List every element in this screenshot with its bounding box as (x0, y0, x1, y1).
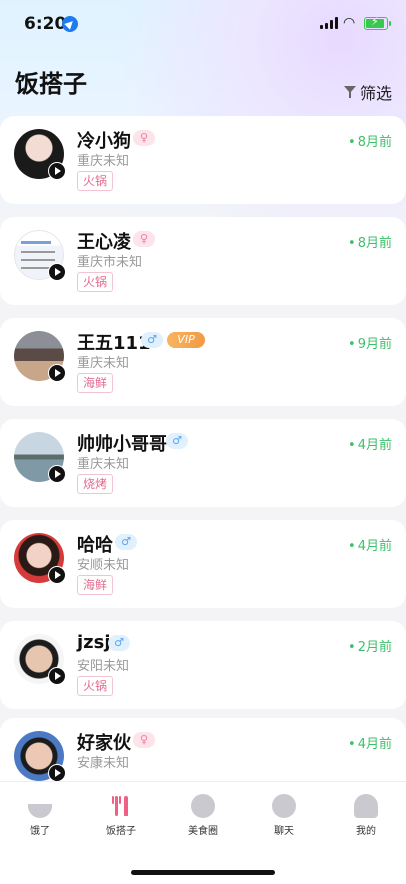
tab-label: 聊天 (274, 826, 294, 837)
user-location: 重庆未知 (77, 154, 130, 169)
profile-icon (354, 794, 378, 818)
fork-knife-icon (109, 794, 133, 818)
chat-icon (272, 794, 296, 818)
user-card[interactable]: 王五111 ♂ VIP 重庆未知 海鲜 9月前 (0, 318, 406, 406)
tab-bar: 饿了 饭搭子 美食圈 聊天 我的 (0, 781, 406, 884)
tab-chat[interactable]: 聊天 (254, 794, 314, 837)
food-tag: 火锅 (77, 171, 114, 191)
page-title: 饭搭子 (15, 70, 87, 98)
cellular-signal-icon (320, 17, 340, 29)
tab-label: 我的 (356, 826, 376, 837)
filter-button[interactable]: 筛选 (344, 80, 392, 104)
user-location: 安康未知 (77, 756, 130, 771)
user-location: 重庆未知 (77, 356, 130, 371)
play-icon[interactable] (48, 364, 66, 382)
gender-male-icon: ♂ (166, 433, 188, 449)
food-tag: 烧烤 (77, 474, 114, 494)
user-card[interactable]: jzsj ♂ 安阳未知 火锅 2月前 (0, 621, 406, 709)
tab-profile[interactable]: 我的 (336, 794, 396, 837)
time-ago: 4月前 (348, 434, 392, 453)
time-ago: 4月前 (348, 535, 392, 554)
play-icon[interactable] (48, 465, 66, 483)
filter-label: 筛选 (360, 84, 393, 103)
play-icon[interactable] (48, 263, 66, 281)
bowl-icon (28, 804, 52, 818)
user-location: 安顺未知 (77, 558, 130, 573)
play-icon[interactable] (48, 764, 66, 782)
tab-label: 美食圈 (188, 826, 218, 837)
wifi-icon: ◠ (343, 15, 356, 31)
tab-food-circle[interactable]: 美食圈 (173, 794, 233, 837)
user-name: jzsj (77, 632, 111, 653)
gender-female-icon: ♀ (133, 732, 155, 748)
gender-male-icon: ♂ (141, 332, 163, 348)
home-indicator (131, 870, 275, 875)
food-tag: 火锅 (77, 272, 114, 292)
tab-label: 饿了 (30, 826, 50, 837)
battery-icon: ⚡ (364, 15, 391, 30)
gender-male-icon: ♂ (108, 635, 130, 651)
play-icon[interactable] (48, 162, 66, 180)
tab-eat[interactable]: 饿了 (10, 794, 70, 837)
play-icon[interactable] (48, 566, 66, 584)
status-bar: 6:20 ◠ ⚡ (0, 0, 406, 48)
time-ago: 8月前 (348, 131, 392, 150)
food-circle-icon (191, 794, 215, 818)
play-icon[interactable] (48, 667, 66, 685)
status-time: 6:20 (24, 14, 67, 34)
user-location: 重庆未知 (77, 457, 130, 472)
tab-label: 饭搭子 (106, 826, 136, 837)
tab-dining-partner[interactable]: 饭搭子 (91, 794, 151, 837)
user-card[interactable]: 王心凌 ♀ 重庆市未知 火锅 8月前 (0, 217, 406, 305)
user-location: 重庆市未知 (77, 255, 143, 270)
vip-badge: VIP (167, 332, 205, 348)
time-ago: 9月前 (348, 333, 392, 352)
gender-female-icon: ♀ (133, 231, 155, 247)
food-tag: 火锅 (77, 676, 114, 696)
gender-male-icon: ♂ (115, 534, 137, 550)
user-card[interactable]: 冷小狗 ♀ 重庆未知 火锅 8月前 (0, 116, 406, 204)
food-tag: 海鲜 (77, 373, 114, 393)
user-location: 安阳未知 (77, 659, 130, 674)
user-card[interactable]: 哈哈 ♂ 安顺未知 海鲜 4月前 (0, 520, 406, 608)
user-card[interactable]: 帅帅小哥哥 ♂ 重庆未知 烧烤 4月前 (0, 419, 406, 507)
time-ago: 8月前 (348, 232, 392, 251)
food-tag: 海鲜 (77, 575, 114, 595)
time-ago: 4月前 (348, 733, 392, 752)
gender-female-icon: ♀ (133, 130, 155, 146)
location-arrow-icon (62, 16, 78, 32)
time-ago: 2月前 (348, 636, 392, 655)
filter-icon (344, 86, 356, 98)
